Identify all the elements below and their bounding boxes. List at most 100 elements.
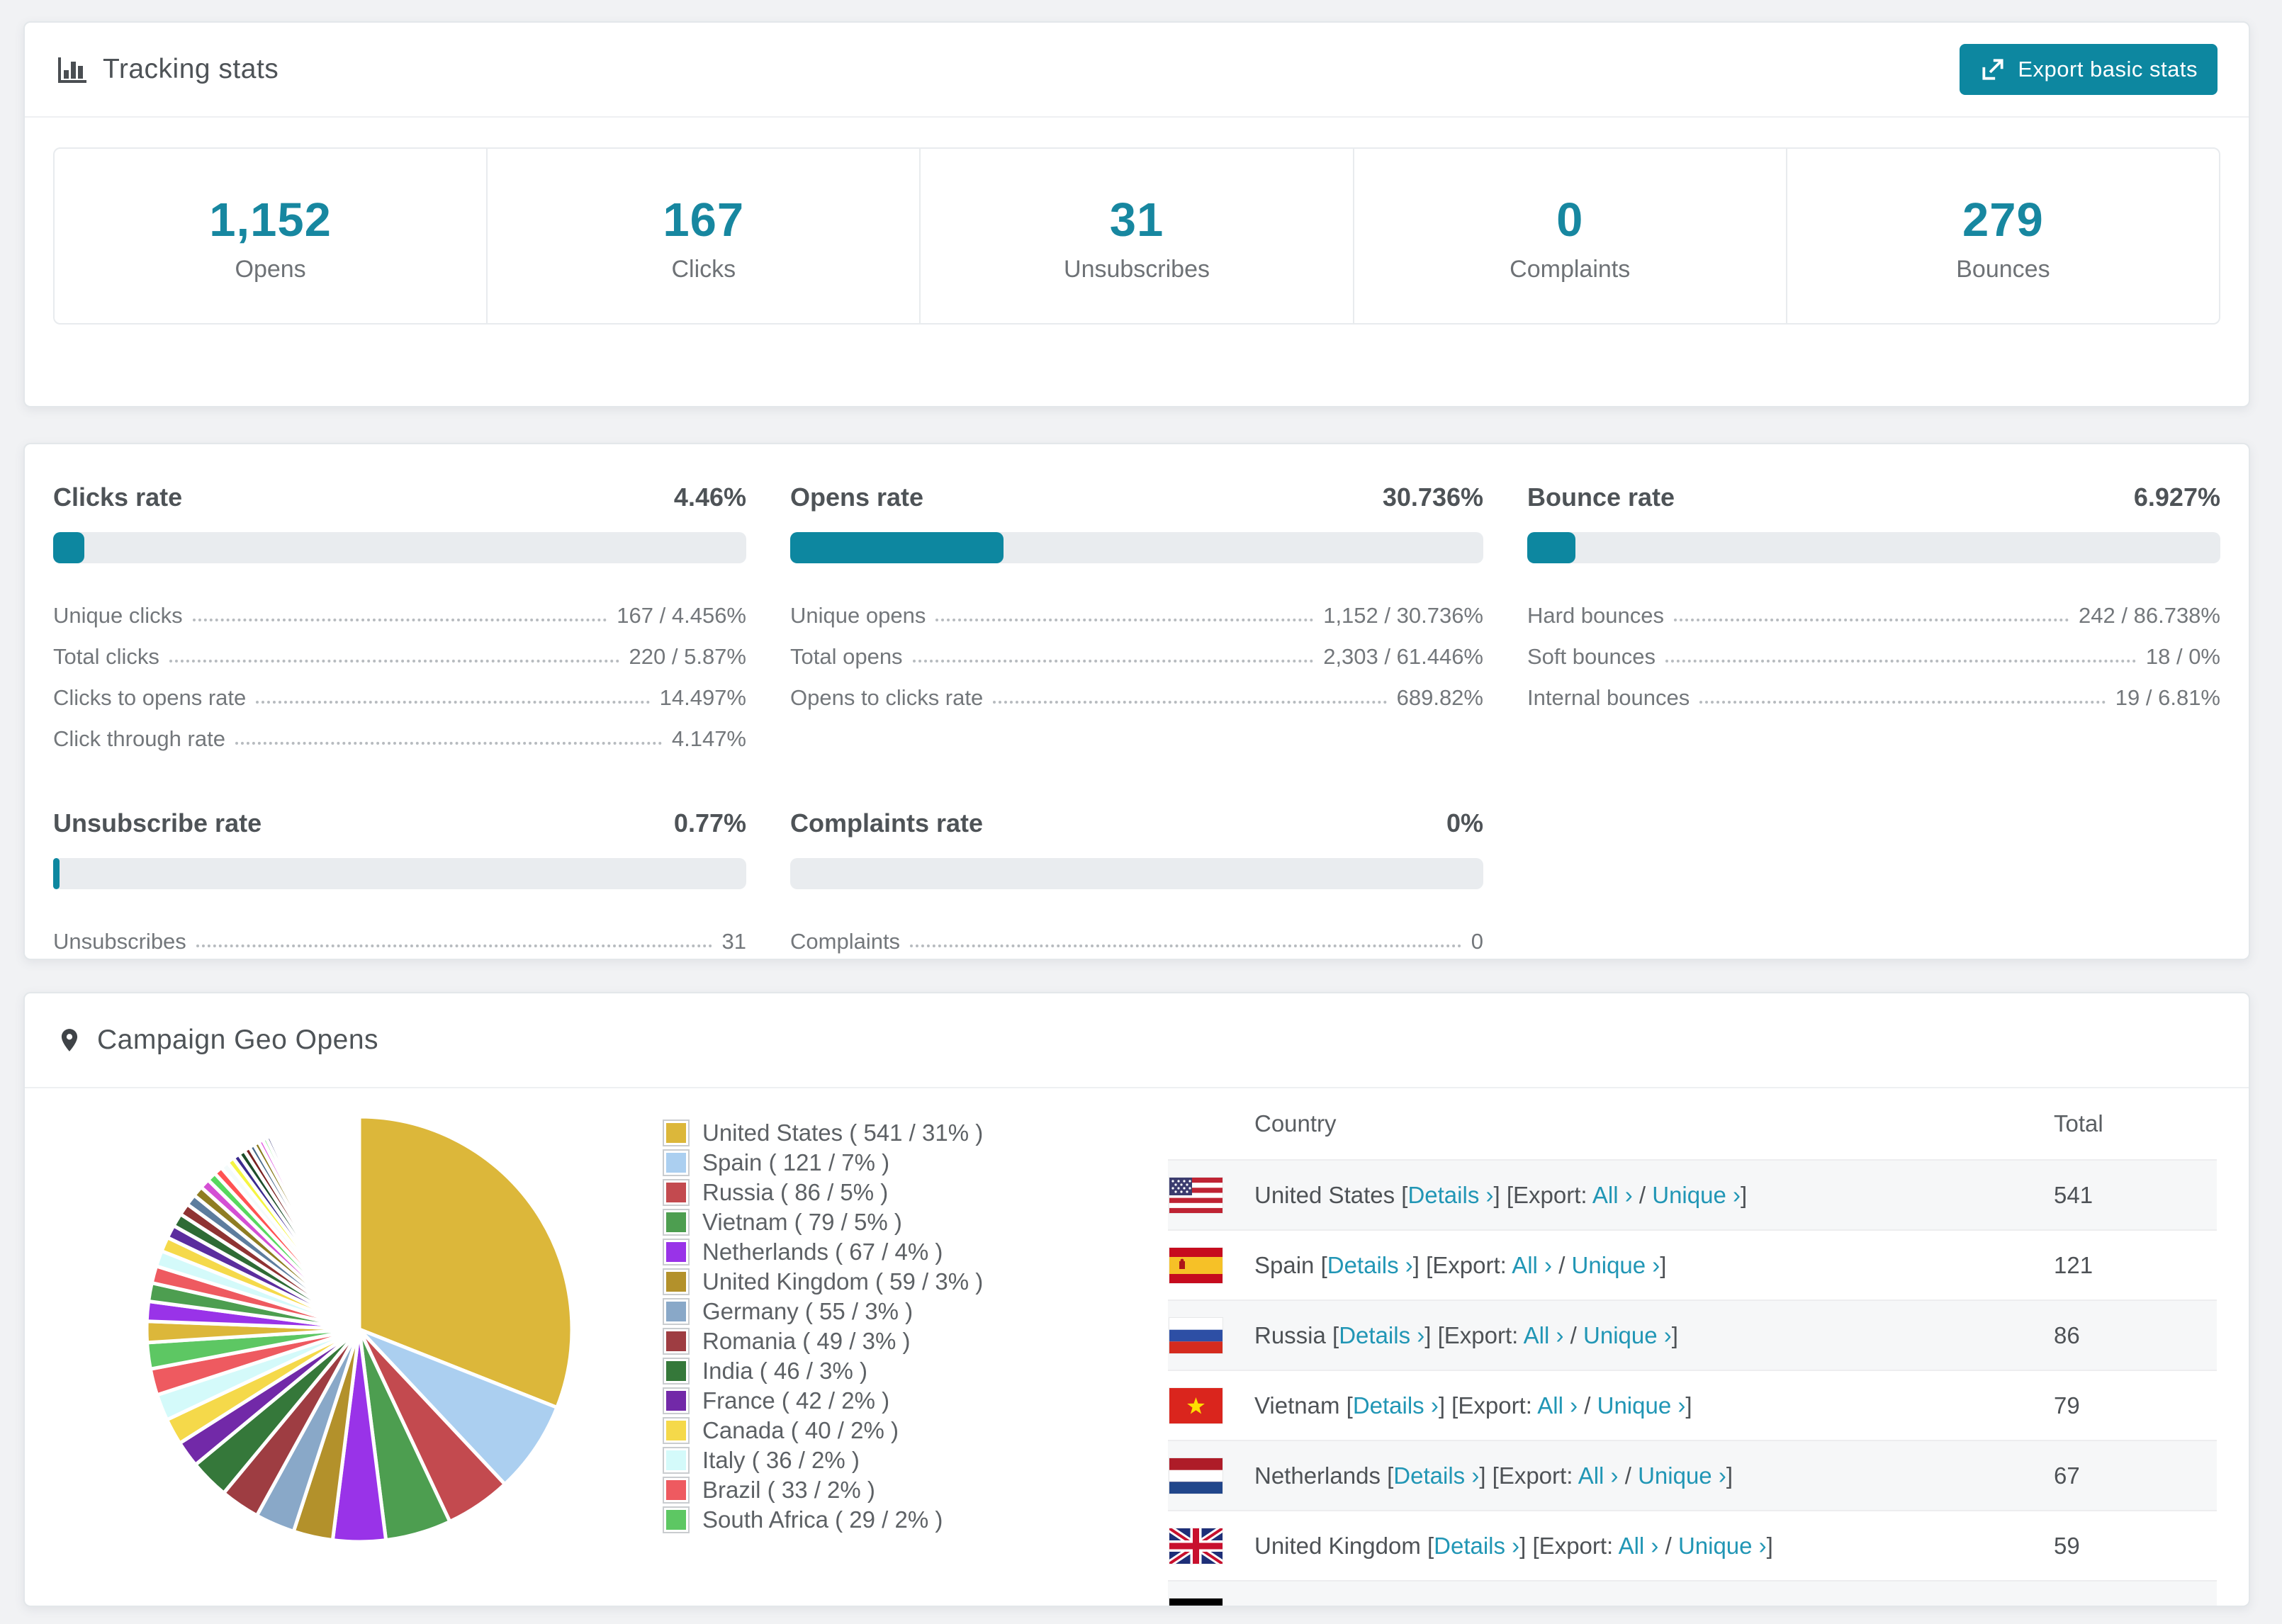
rate-row-value: 19 / 6.81% bbox=[2115, 685, 2220, 710]
country-cell: Vietnam [Details ›] [Export: All › / Uni… bbox=[1222, 1392, 2054, 1419]
rate-progress-track bbox=[53, 532, 746, 563]
table-row: Netherlands [Details ›] [Export: All › /… bbox=[1168, 1440, 2217, 1510]
details-link[interactable]: Details › bbox=[1364, 1603, 1449, 1606]
legend-swatch bbox=[663, 1358, 690, 1385]
legend-item-france[interactable]: France ( 42 / 2% ) bbox=[663, 1386, 1101, 1416]
legend-item-spain[interactable]: Spain ( 121 / 7% ) bbox=[663, 1148, 1101, 1178]
geo-content: United States ( 541 / 31% ) Spain ( 121 /… bbox=[25, 1088, 2249, 1606]
legend-item-india[interactable]: India ( 46 / 3% ) bbox=[663, 1356, 1101, 1386]
legend-item-canada[interactable]: Canada ( 40 / 2% ) bbox=[663, 1416, 1101, 1445]
legend-item-vietnam[interactable]: Vietnam ( 79 / 5% ) bbox=[663, 1207, 1101, 1237]
stat-label: Opens bbox=[235, 256, 306, 283]
legend-item-united-kingdom[interactable]: United Kingdom ( 59 / 3% ) bbox=[663, 1267, 1101, 1297]
legend-swatch bbox=[663, 1417, 690, 1444]
rate-row-value: 167 / 4.456% bbox=[617, 603, 746, 628]
export-unique-link[interactable]: Unique › bbox=[1583, 1322, 1672, 1348]
geo-table-header: Country Total bbox=[1168, 1088, 2217, 1159]
bracket-close: ] bbox=[1685, 1392, 1692, 1419]
legend-swatch-color bbox=[666, 1331, 686, 1351]
rate-row-label: Total opens bbox=[790, 644, 903, 669]
export-unique-link[interactable]: Unique › bbox=[1638, 1462, 1726, 1489]
stat-label: Complaints bbox=[1510, 256, 1631, 283]
legend-item-netherlands[interactable]: Netherlands ( 67 / 4% ) bbox=[663, 1237, 1101, 1267]
bracket-close: ] bbox=[1740, 1181, 1748, 1208]
legend-swatch-color bbox=[666, 1510, 686, 1530]
legend-label: France ( 42 / 2% ) bbox=[702, 1387, 890, 1414]
legend-label: United Kingdom ( 59 / 3% ) bbox=[702, 1268, 984, 1295]
slash-text: / bbox=[1618, 1462, 1639, 1489]
legend-item-italy[interactable]: Italy ( 36 / 2% ) bbox=[663, 1445, 1101, 1475]
legend-item-russia[interactable]: Russia ( 86 / 5% ) bbox=[663, 1178, 1101, 1207]
rate-row: Internal bounces 19 / 6.81% bbox=[1527, 672, 2220, 714]
export-all-link[interactable]: All › bbox=[1524, 1322, 1564, 1348]
legend-swatch-color bbox=[666, 1242, 686, 1262]
rate-value: 4.46% bbox=[673, 483, 746, 512]
legend-swatch-color bbox=[666, 1302, 686, 1321]
country-name: Spain [ bbox=[1254, 1251, 1327, 1278]
details-link[interactable]: Details › bbox=[1353, 1392, 1439, 1419]
rate-title: Complaints rate bbox=[790, 808, 984, 838]
export-all-link[interactable]: All › bbox=[1548, 1603, 1588, 1606]
rates-grid: Clicks rate 4.46% Unique clicks 167 / 4.456… bbox=[25, 444, 2249, 986]
export-unique-link[interactable]: Unique › bbox=[1652, 1182, 1741, 1208]
details-link[interactable]: Details › bbox=[1339, 1322, 1424, 1348]
export-basic-stats-button[interactable]: Export basic stats bbox=[1960, 44, 2218, 95]
rate-row-label: Total clicks bbox=[53, 644, 159, 669]
stat-box-bounces: 279 Bounces bbox=[1787, 149, 2219, 323]
slash-text: / bbox=[1563, 1321, 1584, 1348]
map-pin-icon bbox=[56, 1023, 83, 1057]
stat-label: Unsubscribes bbox=[1064, 256, 1210, 283]
legend-item-romania[interactable]: Romania ( 49 / 3% ) bbox=[663, 1326, 1101, 1356]
stat-value: 167 bbox=[663, 193, 745, 247]
tracking-stats-card: Tracking stats Export basic stats 1,152 O… bbox=[23, 21, 2250, 407]
legend-item-united-states[interactable]: United States ( 541 / 31% ) bbox=[663, 1118, 1101, 1148]
details-link[interactable]: Details › bbox=[1434, 1533, 1519, 1559]
export-unique-link[interactable]: Unique › bbox=[1608, 1603, 1697, 1606]
nl-flag-icon bbox=[1169, 1457, 1222, 1494]
legend-item-germany[interactable]: Germany ( 55 / 3% ) bbox=[663, 1297, 1101, 1326]
rate-block-unsubscribe-rate: Unsubscribe rate 0.77% Unsubscribes 31 bbox=[53, 799, 746, 957]
country-name: Vietnam [ bbox=[1254, 1392, 1353, 1419]
country-cell: United States [Details ›] [Export: All ›… bbox=[1222, 1182, 2054, 1209]
export-all-link[interactable]: All › bbox=[1578, 1462, 1619, 1489]
bracket-text: ] [Export: bbox=[1479, 1462, 1578, 1489]
legend-swatch bbox=[663, 1447, 690, 1474]
rate-block-clicks-rate: Clicks rate 4.46% Unique clicks 167 / 4.456… bbox=[53, 473, 746, 755]
rate-title: Clicks rate bbox=[53, 483, 183, 512]
export-unique-link[interactable]: Unique › bbox=[1597, 1392, 1686, 1419]
campaign-geo-opens-card: Campaign Geo Opens United States ( 541 /… bbox=[23, 992, 2250, 1607]
bracket-close: ] bbox=[1766, 1532, 1773, 1559]
export-unique-link[interactable]: Unique › bbox=[1678, 1533, 1767, 1559]
rate-title: Bounce rate bbox=[1527, 483, 1675, 512]
table-row: Spain [Details ›] [Export: All › / Uniqu… bbox=[1168, 1229, 2217, 1299]
rate-rows: Unique opens 1,152 / 30.736% Total opens 2,… bbox=[790, 590, 1483, 714]
dotted-leader bbox=[235, 742, 662, 745]
legend-swatch-color bbox=[666, 1450, 686, 1470]
details-link[interactable]: Details › bbox=[1393, 1462, 1479, 1489]
campaign-overview-page: { "colors": { "accent": "#0d87a0", "link… bbox=[0, 0, 2282, 1624]
export-all-link[interactable]: All › bbox=[1592, 1182, 1633, 1208]
export-all-link[interactable]: All › bbox=[1619, 1533, 1659, 1559]
slash-text: / bbox=[1588, 1603, 1608, 1606]
geo-pie-chart[interactable] bbox=[140, 1110, 579, 1549]
rate-row: Complaints 0 bbox=[790, 916, 1483, 957]
legend-item-south-africa[interactable]: South Africa ( 29 / 2% ) bbox=[663, 1505, 1101, 1535]
details-link[interactable]: Details › bbox=[1407, 1182, 1493, 1208]
details-link[interactable]: Details › bbox=[1327, 1252, 1413, 1278]
bracket-close: ] bbox=[1660, 1251, 1667, 1278]
legend-item-brazil[interactable]: Brazil ( 33 / 2% ) bbox=[663, 1475, 1101, 1505]
dotted-leader bbox=[910, 944, 1461, 947]
rate-title-row: Opens rate 30.736% bbox=[790, 483, 1483, 512]
export-all-link[interactable]: All › bbox=[1537, 1392, 1578, 1419]
rate-row: Total clicks 220 / 5.87% bbox=[53, 631, 746, 672]
legend-label: Italy ( 36 / 2% ) bbox=[702, 1447, 860, 1473]
export-all-link[interactable]: All › bbox=[1512, 1252, 1552, 1278]
export-unique-link[interactable]: Unique › bbox=[1572, 1252, 1660, 1278]
vn-flag-icon bbox=[1169, 1387, 1222, 1423]
rate-rows: Complaints 0 bbox=[790, 916, 1483, 957]
legend-swatch bbox=[663, 1477, 690, 1504]
rate-progress-track bbox=[790, 858, 1483, 889]
de-flag-icon bbox=[1169, 1598, 1222, 1606]
rate-row-label: Click through rate bbox=[53, 726, 225, 751]
rate-row-value: 0 bbox=[1471, 929, 1483, 954]
